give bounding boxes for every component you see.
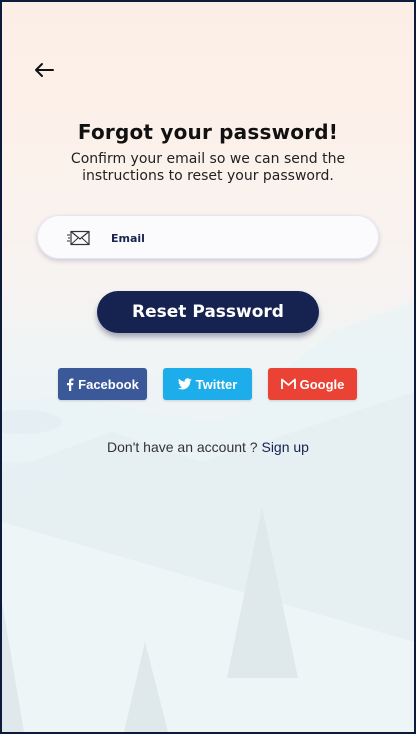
background-mountains (2, 302, 414, 732)
page-subtitle: Confirm your email so we can send the in… (70, 151, 346, 184)
google-button[interactable]: Google (268, 368, 357, 400)
forgot-password-screen: Forgot your password! Confirm your email… (2, 2, 414, 732)
arrow-left-icon (35, 63, 54, 77)
facebook-button[interactable]: Facebook (58, 368, 147, 400)
twitter-label: Twitter (195, 376, 238, 392)
sign-up-link[interactable]: Sign up (261, 439, 308, 455)
facebook-icon (66, 378, 74, 391)
google-label: Google (299, 376, 345, 392)
facebook-label: Facebook (78, 376, 139, 392)
reset-password-button[interactable]: Reset Password (97, 291, 319, 333)
back-button[interactable] (30, 56, 58, 84)
signup-prompt: Don't have an account ? Sign up (2, 439, 414, 455)
twitter-icon (177, 378, 192, 390)
gmail-icon (280, 378, 296, 390)
email-input[interactable] (109, 223, 363, 253)
mail-icon (67, 230, 90, 246)
page-title: Forgot your password! (77, 120, 339, 144)
email-field[interactable] (37, 215, 379, 259)
twitter-button[interactable]: Twitter (163, 368, 252, 400)
signup-prompt-text: Don't have an account ? (107, 439, 262, 455)
